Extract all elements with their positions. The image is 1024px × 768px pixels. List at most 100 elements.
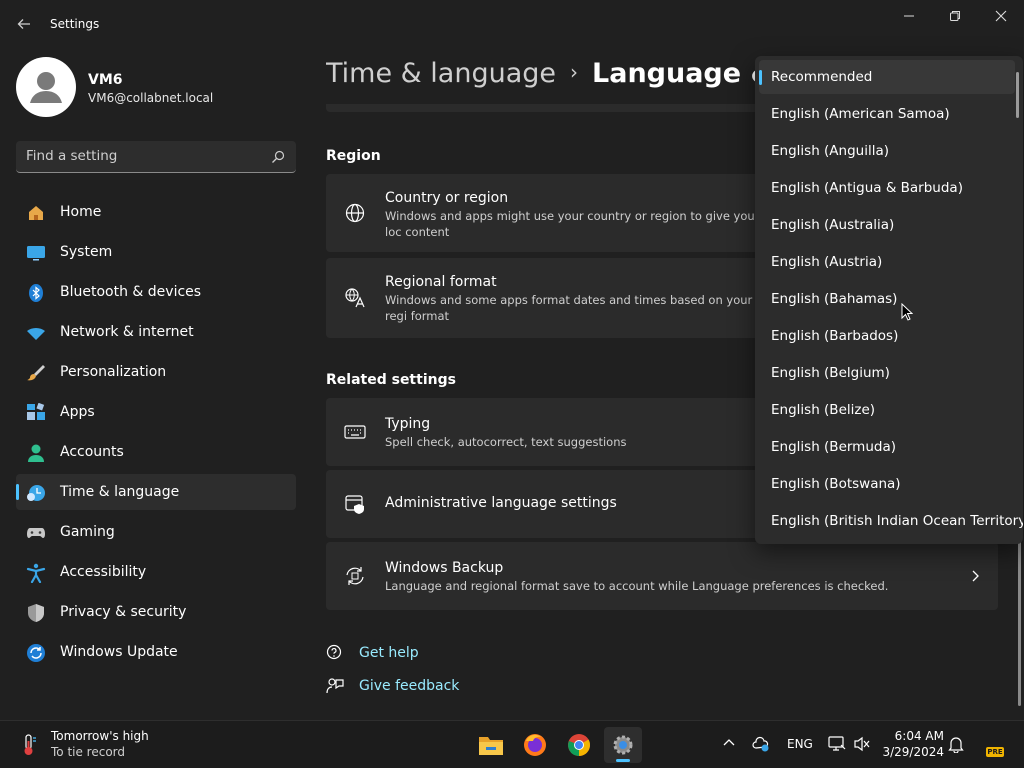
sidebar-item-label: Network & internet <box>60 324 194 340</box>
sidebar-item-personalization[interactable]: Personalization <box>16 354 296 390</box>
sidebar-item-privacy[interactable]: Privacy & security <box>16 594 296 630</box>
admin-settings-icon <box>345 495 364 514</box>
sidebar-item-label: Time & language <box>60 484 180 500</box>
dropdown-option-label: English (Bermuda) <box>771 439 897 455</box>
minimize-icon <box>904 15 914 17</box>
card-description: Windows and apps might use your country … <box>385 209 755 239</box>
dropdown-option[interactable]: English (Australia) <box>759 208 1015 242</box>
dropdown-option-label: English (American Samoa) <box>771 106 950 122</box>
wifi-icon <box>27 327 45 340</box>
sidebar-item-network[interactable]: Network & internet <box>16 314 296 350</box>
notification-bell-icon[interactable] <box>948 735 964 753</box>
dropdown-option[interactable]: English (Barbados) <box>759 319 1015 353</box>
chevron-up-icon[interactable] <box>721 735 737 751</box>
clock-date[interactable]: 3/29/2024 <box>868 745 944 759</box>
sidebar-item-label: Home <box>60 204 102 220</box>
firefox-icon <box>524 734 546 756</box>
weather-subtitle[interactable]: To tie record <box>51 745 125 759</box>
chrome-icon <box>568 734 590 756</box>
thermometer-icon[interactable] <box>20 733 38 757</box>
breadcrumb-parent[interactable]: Time & language <box>326 58 556 89</box>
dropdown-option[interactable]: English (Anguilla) <box>759 134 1015 168</box>
language-indicator[interactable]: ENG <box>787 737 813 751</box>
user-icon <box>30 72 62 103</box>
sidebar-item-accounts[interactable]: Accounts <box>16 434 296 470</box>
search-icon[interactable] <box>270 149 286 165</box>
gamepad-icon <box>27 528 45 538</box>
cloud-network-icon[interactable] <box>752 735 770 753</box>
sidebar-item-accessibility[interactable]: Accessibility <box>16 554 296 590</box>
sidebar-item-label: System <box>60 244 113 260</box>
shield-icon <box>28 604 44 622</box>
sidebar-item-gaming[interactable]: Gaming <box>16 514 296 550</box>
section-heading-related: Related settings <box>326 372 456 388</box>
dropdown-option-label: English (Antigua & Barbuda) <box>771 180 963 196</box>
taskbar: Tomorrow's high To tie record ENG 6:04 A… <box>0 720 1024 768</box>
dropdown-option-label: English (Australia) <box>771 217 895 233</box>
gear-icon <box>613 735 633 755</box>
minimize-button[interactable] <box>886 6 932 26</box>
dropdown-option[interactable]: English (American Samoa) <box>759 97 1015 131</box>
close-button[interactable] <box>978 6 1024 26</box>
arrow-left-icon <box>17 19 30 29</box>
search-input[interactable] <box>26 148 256 164</box>
card-description: Spell check, autocorrect, text suggestio… <box>385 435 627 449</box>
sidebar-item-time-language[interactable]: Time & language <box>16 474 296 510</box>
dropdown-option-label: English (Austria) <box>771 254 883 270</box>
dropdown-option[interactable]: Recommended <box>759 60 1015 94</box>
give-feedback-link[interactable]: Give feedback <box>359 678 459 694</box>
regional-format-icon <box>345 288 365 308</box>
taskbar-chrome[interactable] <box>560 727 598 763</box>
dropdown-option[interactable]: English (Bermuda) <box>759 430 1015 464</box>
dropdown-scrollbar[interactable] <box>1016 72 1019 118</box>
globe-icon <box>345 203 365 223</box>
taskbar-settings[interactable] <box>604 727 642 763</box>
avatar[interactable] <box>16 57 76 117</box>
get-help-link[interactable]: Get help <box>359 645 419 661</box>
sidebar-item-bluetooth[interactable]: Bluetooth & devices <box>16 274 296 310</box>
dropdown-option[interactable]: English (Botswana) <box>759 467 1015 501</box>
mouse-cursor-icon <box>901 303 913 321</box>
page-title: Language & re <box>592 58 756 89</box>
dropdown-option-label: English (Belgium) <box>771 365 890 381</box>
chevron-right-icon[interactable] <box>968 568 982 584</box>
sidebar-item-windows-update[interactable]: Windows Update <box>16 634 296 670</box>
section-heading-region: Region <box>326 148 381 164</box>
dropdown-option-label: English (Barbados) <box>771 328 899 344</box>
dropdown-option-label: English (Botswana) <box>771 476 901 492</box>
dropdown-option[interactable]: English (Austria) <box>759 245 1015 279</box>
accessibility-icon <box>26 563 46 583</box>
title-bar <box>0 0 1024 48</box>
time-language-icon <box>27 485 45 501</box>
sidebar-item-apps[interactable]: Apps <box>16 394 296 430</box>
dropdown-option[interactable]: English (Belgium) <box>759 356 1015 390</box>
sidebar-item-label: Accounts <box>60 444 124 460</box>
dropdown-option[interactable]: English (Antigua & Barbuda) <box>759 171 1015 205</box>
weather-title[interactable]: Tomorrow's high <box>51 729 149 743</box>
apps-icon <box>27 403 45 420</box>
back-button[interactable] <box>14 14 34 34</box>
sidebar-item-label: Accessibility <box>60 564 147 580</box>
windows-backup-card[interactable]: Windows Backup Language and regional for… <box>326 542 998 610</box>
country-dropdown-list[interactable]: Recommended English (American Samoa) Eng… <box>755 56 1023 544</box>
home-icon <box>29 206 43 220</box>
sidebar-item-label: Windows Update <box>60 644 178 660</box>
sidebar-item-label: Apps <box>60 404 95 420</box>
display-icon[interactable] <box>828 735 846 753</box>
card-title: Typing <box>385 416 431 432</box>
search-box[interactable] <box>16 141 296 173</box>
sidebar-item-label: Gaming <box>60 524 115 540</box>
dropdown-option[interactable]: English (British Indian Ocean Territory) <box>759 504 1023 538</box>
card-description: Language and regional format save to acc… <box>385 579 889 593</box>
sidebar-item-home[interactable]: Home <box>16 194 296 230</box>
accounts-icon <box>28 444 44 462</box>
taskbar-file-explorer[interactable] <box>472 727 510 763</box>
sidebar-item-system[interactable]: System <box>16 234 296 270</box>
dropdown-option-label: English (British Indian Ocean Territory) <box>771 513 1023 529</box>
dropdown-option[interactable]: English (Bahamas) <box>759 282 1015 316</box>
taskbar-firefox[interactable] <box>516 727 554 763</box>
restore-icon <box>950 11 960 21</box>
dropdown-option[interactable]: English (Belize) <box>759 393 1015 427</box>
clock-time[interactable]: 6:04 AM <box>868 729 944 743</box>
restore-button[interactable] <box>932 6 978 26</box>
